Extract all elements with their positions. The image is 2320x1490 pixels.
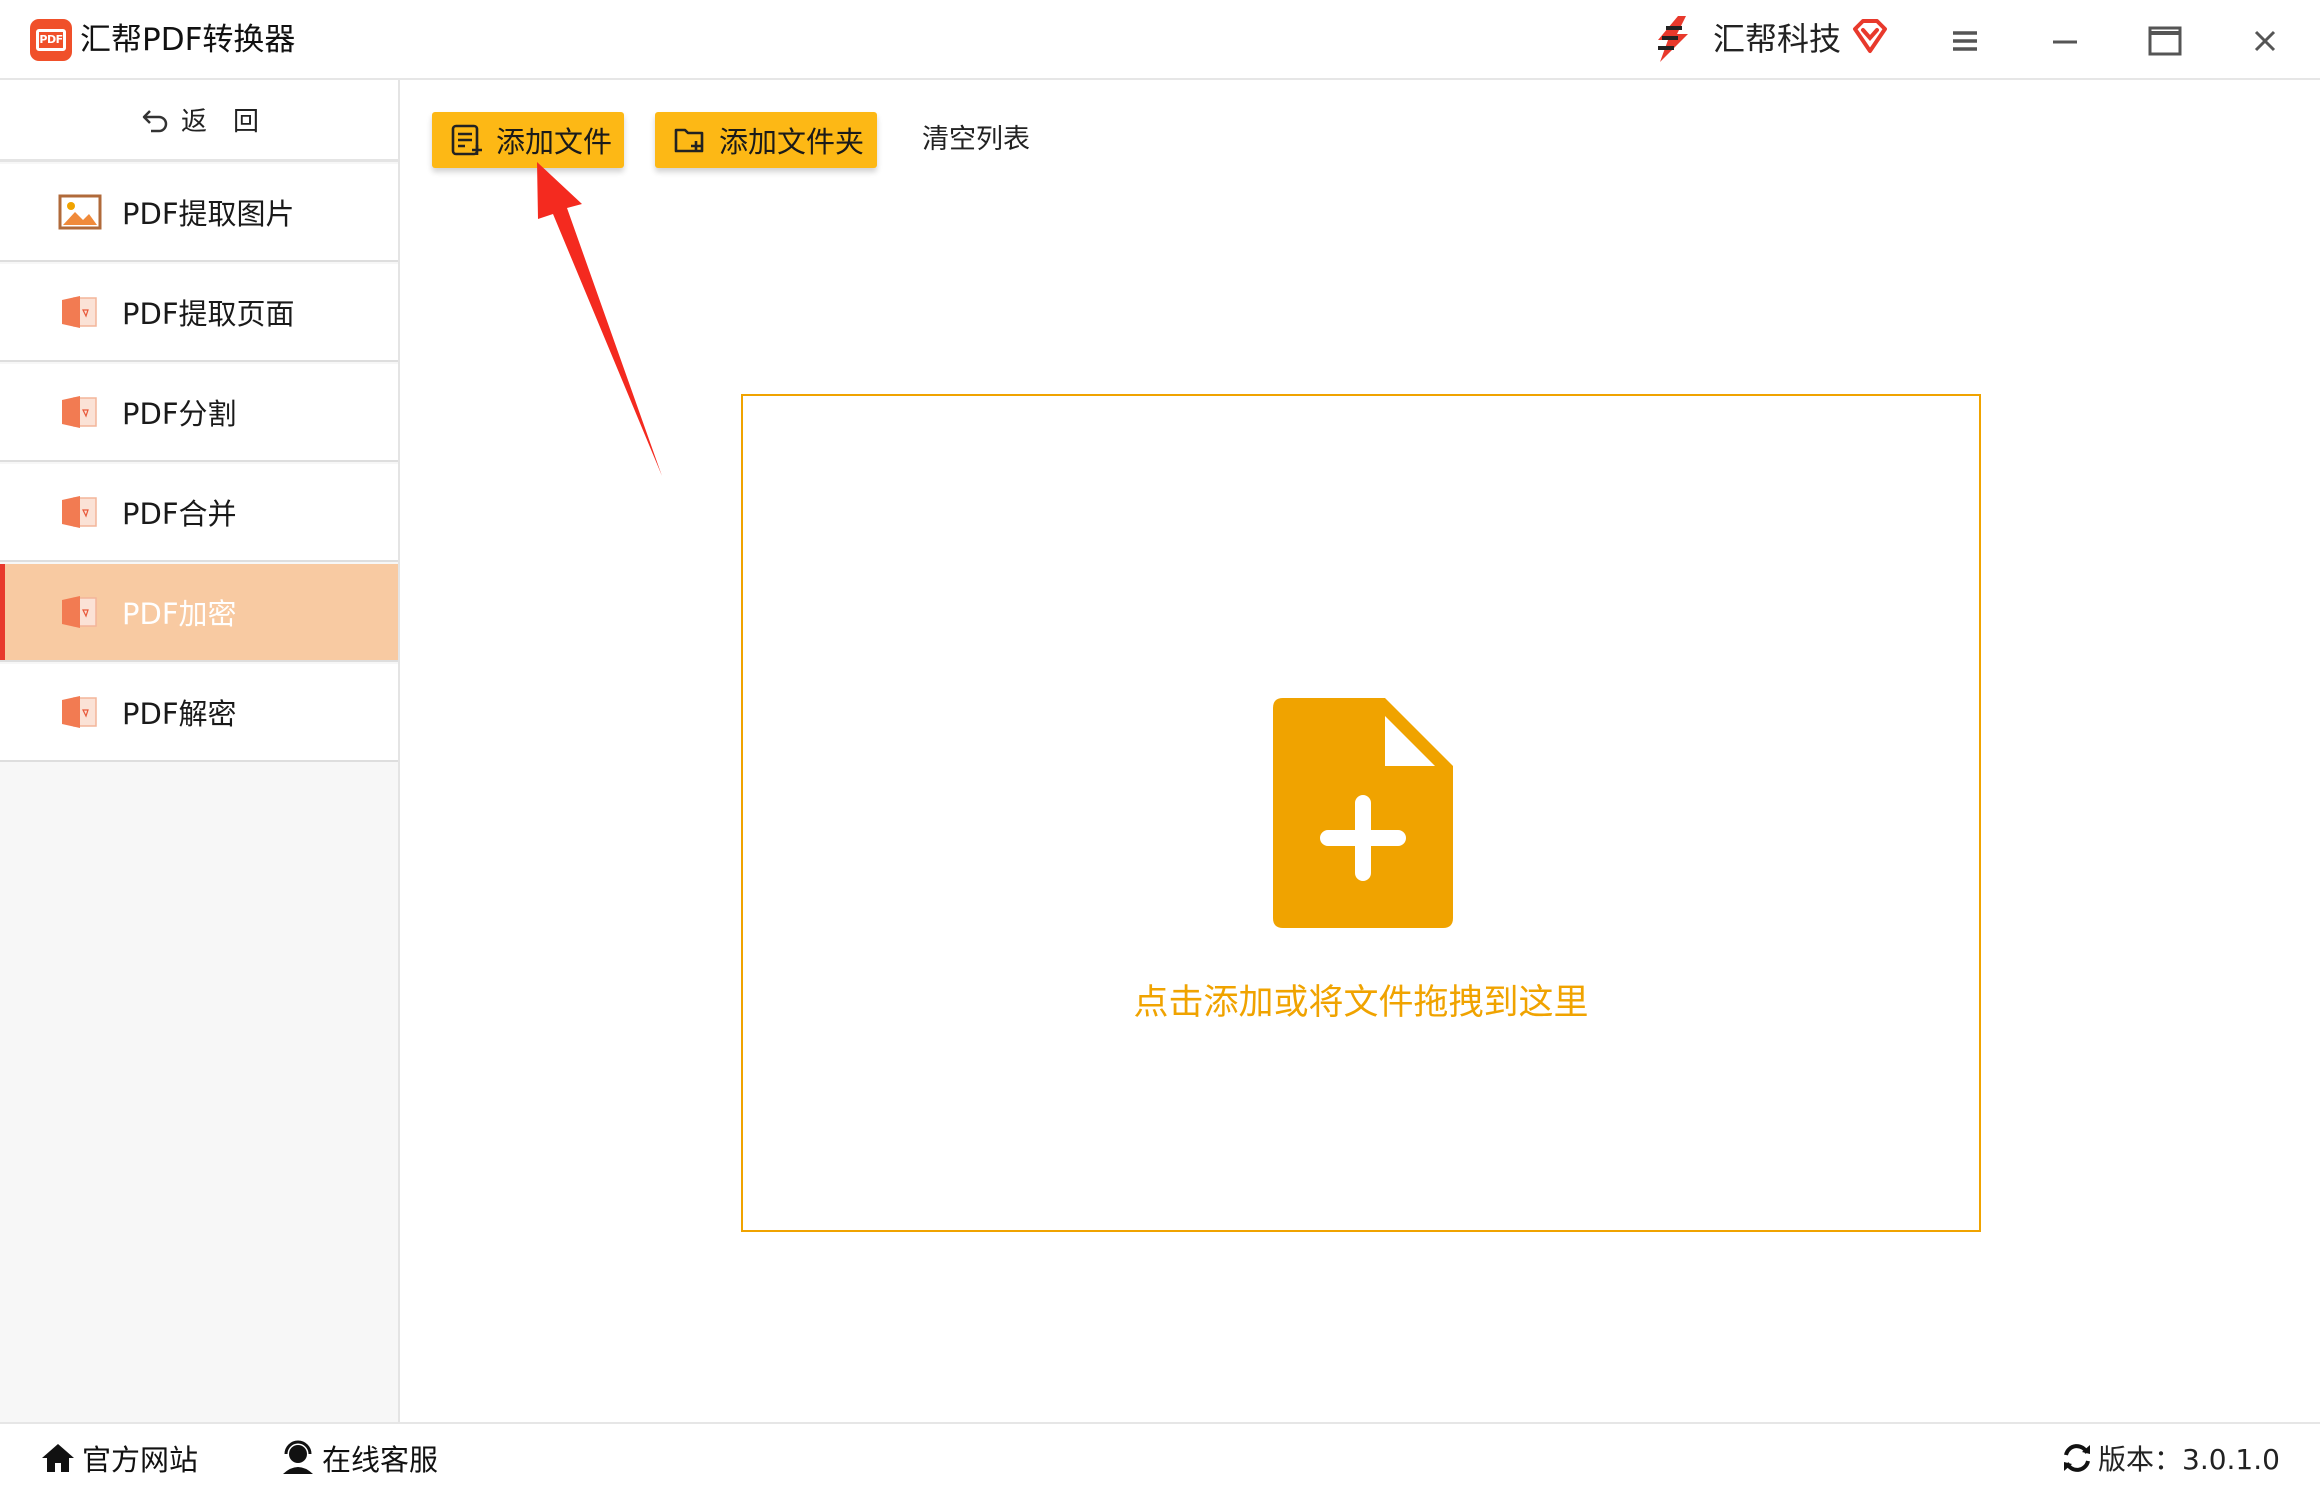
pdf-file-icon: [62, 596, 97, 628]
brand-name: 汇帮科技: [1713, 20, 1842, 58]
maximize-icon[interactable]: [2142, 18, 2188, 64]
back-label: 返回: [180, 107, 285, 137]
sidebar-item-label: PDF解密: [122, 697, 237, 731]
add-file-icon: [451, 124, 482, 156]
title-bar: PDF 汇帮PDF转换器 汇帮科技: [0, 0, 2320, 80]
customer-service-icon: [283, 1440, 313, 1474]
sidebar-item-pdf-split[interactable]: PDF分割: [0, 364, 398, 462]
version-label: 版本：3.0.1.0: [2098, 1443, 2280, 1476]
minimize-icon[interactable]: [2042, 18, 2088, 64]
sidebar-item-pdf-extract-pages[interactable]: PDF提取页面: [0, 264, 398, 362]
brand-logo-icon: [1658, 16, 1688, 62]
sidebar-item-label: PDF合并: [122, 497, 237, 531]
online-support-label: 在线客服: [322, 1443, 439, 1477]
add-folder-button[interactable]: 添加文件夹: [655, 112, 877, 168]
pdf-file-icon: [62, 396, 97, 428]
refresh-icon: [2064, 1444, 2090, 1472]
back-arrow-icon: [142, 109, 168, 132]
clear-list-button[interactable]: 清空列表: [922, 118, 1030, 162]
vip-diamond-icon[interactable]: [1851, 17, 1889, 55]
version-info[interactable]: 版本：3.0.1.0: [2060, 1436, 2280, 1480]
add-folder-icon: [674, 128, 704, 153]
pdf-file-icon: [62, 296, 97, 328]
file-drop-zone[interactable]: 点击添加或将文件拖拽到这里: [741, 394, 1981, 1232]
status-bar: 官方网站 在线客服 版本：3.0.1.0: [0, 1422, 2320, 1490]
sidebar: 返回 PDF提取图片 PDF提取页面 PDF分割 PDF合并 PDF加密 PDF…: [0, 80, 400, 1422]
close-icon[interactable]: [2242, 18, 2288, 64]
pdf-file-icon: [62, 496, 97, 528]
add-folder-label: 添加文件夹: [719, 125, 865, 159]
sidebar-item-pdf-encrypt[interactable]: PDF加密: [0, 564, 398, 662]
drop-hint-text: 点击添加或将文件拖拽到这里: [1133, 983, 1589, 1023]
online-support-link[interactable]: 在线客服: [280, 1436, 438, 1480]
sidebar-item-pdf-decrypt[interactable]: PDF解密: [0, 664, 398, 762]
sidebar-item-pdf-merge[interactable]: PDF合并: [0, 464, 398, 562]
app-logo-icon: PDF: [30, 19, 72, 61]
add-file-button[interactable]: 添加文件: [432, 112, 624, 168]
sidebar-item-label: PDF提取图片: [122, 197, 295, 231]
home-icon: [42, 1444, 74, 1472]
add-file-label: 添加文件: [496, 125, 613, 159]
add-document-icon: [1273, 698, 1453, 928]
menu-icon[interactable]: [1942, 18, 1988, 64]
official-website-label: 官方网站: [82, 1443, 199, 1477]
official-website-link[interactable]: 官方网站: [40, 1436, 198, 1480]
back-button[interactable]: 返回: [0, 80, 398, 162]
sidebar-item-label: PDF分割: [122, 397, 237, 431]
app-title: 汇帮PDF转换器: [80, 22, 296, 58]
sidebar-item-pdf-extract-images[interactable]: PDF提取图片: [0, 164, 398, 262]
sidebar-item-label: PDF提取页面: [122, 297, 295, 331]
image-icon: [58, 194, 102, 230]
pdf-file-icon: [62, 696, 97, 728]
sidebar-item-label: PDF加密: [122, 597, 237, 631]
